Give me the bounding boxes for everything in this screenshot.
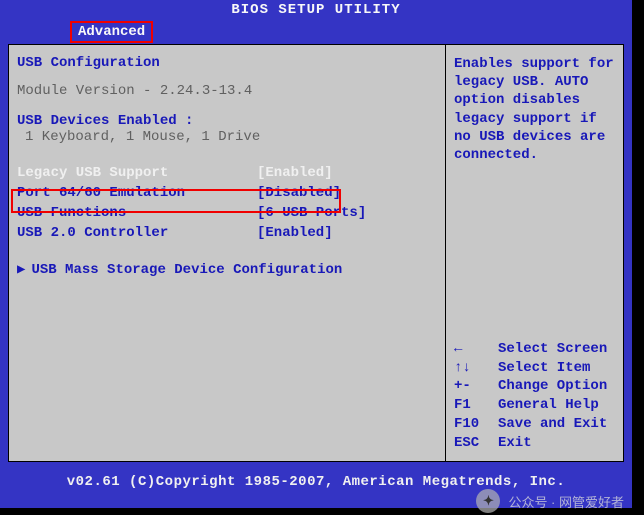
watermark: ✦ 公众号 · 网管爱好者 <box>476 489 624 513</box>
devices-head: USB Devices Enabled : <box>17 113 437 129</box>
key-name: ← <box>454 340 498 359</box>
devices-line: 1 Keyboard, 1 Mouse, 1 Drive <box>17 129 437 145</box>
title-text: BIOS SETUP UTILITY <box>231 2 400 18</box>
key-desc: Exit <box>498 434 532 453</box>
key-desc: General Help <box>498 396 599 415</box>
option-label: Legacy USB Support <box>17 165 257 181</box>
key-desc: Change Option <box>498 377 607 396</box>
key-row: F1General Help <box>454 396 615 415</box>
key-row: ←Select Screen <box>454 340 615 359</box>
triangle-right-icon: ▶ <box>17 261 25 278</box>
tabs-row: Advanced <box>0 20 632 44</box>
option-row[interactable]: Port 64/60 Emulation[Disabled] <box>17 183 437 203</box>
option-value: [Enabled] <box>257 225 333 241</box>
option-label: Port 64/60 Emulation <box>17 185 257 201</box>
submenu-usb-mass-storage[interactable]: ▶ USB Mass Storage Device Configuration <box>17 261 437 278</box>
key-legend: ←Select Screen↑↓Select Item+-Change Opti… <box>454 340 615 453</box>
wechat-icon: ✦ <box>476 489 500 513</box>
key-name: F1 <box>454 396 498 415</box>
key-desc: Select Screen <box>498 340 607 359</box>
key-desc: Save and Exit <box>498 415 607 434</box>
key-desc: Select Item <box>498 359 590 378</box>
option-label: USB Functions <box>17 205 257 221</box>
submenu-label: USB Mass Storage Device Configuration <box>31 262 342 278</box>
left-column: USB Configuration Module Version - 2.24.… <box>9 45 445 461</box>
title-bar: BIOS SETUP UTILITY <box>0 0 632 20</box>
right-column: Enables support for legacy USB. AUTO opt… <box>445 45 623 461</box>
option-row[interactable]: Legacy USB Support[Enabled] <box>17 163 437 183</box>
key-row: +-Change Option <box>454 377 615 396</box>
footer-copyright: v02.61 (C)Copyright 1985-2007, American … <box>0 474 632 490</box>
key-name: F10 <box>454 415 498 434</box>
key-name: +- <box>454 377 498 396</box>
module-version: Module Version - 2.24.3-13.4 <box>17 83 437 99</box>
key-row: ↑↓Select Item <box>454 359 615 378</box>
option-row[interactable]: USB Functions[6 USB Ports] <box>17 203 437 223</box>
option-label: USB 2.0 Controller <box>17 225 257 241</box>
key-row: ESCExit <box>454 434 615 453</box>
key-name: ↑↓ <box>454 359 498 378</box>
option-value: [6 USB Ports] <box>257 205 366 221</box>
option-value: [Enabled] <box>257 165 333 181</box>
option-value: [Disabled] <box>257 185 341 201</box>
option-row[interactable]: USB 2.0 Controller[Enabled] <box>17 223 437 243</box>
watermark-text: 公众号 · 网管爱好者 <box>508 492 624 511</box>
help-text: Enables support for legacy USB. AUTO opt… <box>454 55 615 164</box>
section-title: USB Configuration <box>17 55 437 71</box>
tab-advanced[interactable]: Advanced <box>70 21 153 43</box>
bios-frame: BIOS SETUP UTILITY Advanced USB Configur… <box>0 0 632 508</box>
main-panel: USB Configuration Module Version - 2.24.… <box>8 44 624 462</box>
key-row: F10Save and Exit <box>454 415 615 434</box>
options-list: Legacy USB Support[Enabled]Port 64/60 Em… <box>17 163 437 243</box>
key-name: ESC <box>454 434 498 453</box>
